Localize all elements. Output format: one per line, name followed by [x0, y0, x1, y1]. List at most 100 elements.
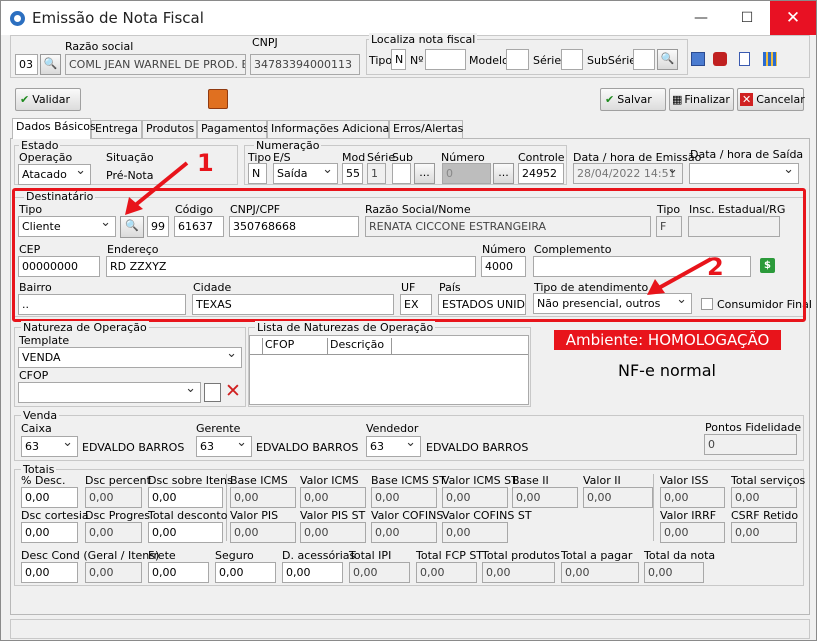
- emissao-datetime[interactable]: 28/04/2022 14:51: [573, 163, 683, 184]
- totais-row2-field-3[interactable]: 0,00: [230, 522, 296, 543]
- localiza-modelo-field[interactable]: [506, 49, 529, 70]
- maximize-button[interactable]: ☐: [724, 1, 770, 35]
- truck-icon[interactable]: [208, 89, 228, 109]
- totais-row1-label-7: Base II: [512, 474, 549, 487]
- num-numero-field[interactable]: 0: [442, 163, 491, 184]
- new-document-icon[interactable]: [204, 383, 221, 402]
- totais-row3-field-6[interactable]: 0,00: [416, 562, 477, 583]
- totais-row3-field-4[interactable]: 0,00: [282, 562, 343, 583]
- dest-tipo2-field[interactable]: F: [656, 216, 682, 237]
- num-sub-field[interactable]: [392, 163, 411, 184]
- cnpj-field[interactable]: 34783394000113: [250, 54, 360, 75]
- totais-row3-field-2[interactable]: 0,00: [148, 562, 209, 583]
- dest-endereco-field[interactable]: RD ZZXYZ: [106, 256, 476, 277]
- totais-row1-field-10[interactable]: 0,00: [731, 487, 797, 508]
- totais-row2-field-6[interactable]: 0,00: [442, 522, 508, 543]
- tab-dados-basicos[interactable]: Dados Básicos: [12, 118, 96, 139]
- totais-row1-field-7[interactable]: 0,00: [512, 487, 578, 508]
- company-code-field[interactable]: 03: [15, 54, 38, 75]
- delete-icon[interactable]: ✕: [225, 381, 241, 401]
- template-select[interactable]: VENDA: [18, 347, 242, 368]
- num-numero-browse-button[interactable]: ...: [493, 163, 514, 184]
- totais-row3-field-8[interactable]: 0,00: [561, 562, 639, 583]
- totais-row1-field-4[interactable]: 0,00: [300, 487, 366, 508]
- totais-row1-field-9[interactable]: 0,00: [660, 487, 725, 508]
- totais-row1-label-0: % Desc.: [21, 474, 66, 487]
- dest-cidade-field[interactable]: TEXAS: [192, 294, 394, 315]
- tab-erros-alertas[interactable]: Erros/Alertas: [389, 120, 463, 138]
- num-es-select[interactable]: Saída: [273, 163, 338, 184]
- totais-row1-field-2[interactable]: 0,00: [148, 487, 223, 508]
- totais-row1-field-1[interactable]: 0,00: [85, 487, 142, 508]
- dest-ie-field[interactable]: [688, 216, 780, 237]
- tab-pagamentos[interactable]: Pagamentos: [197, 120, 269, 138]
- totais-row1-field-5[interactable]: 0,00: [371, 487, 437, 508]
- totais-row2-field-7[interactable]: 0,00: [660, 522, 725, 543]
- totais-row3-field-7[interactable]: 0,00: [482, 562, 555, 583]
- totais-row3-field-3[interactable]: 0,00: [215, 562, 276, 583]
- totais-row3-field-0[interactable]: 0,00: [21, 562, 78, 583]
- dollar-icon[interactable]: $: [760, 258, 775, 273]
- totais-row2-field-2[interactable]: 0,00: [148, 522, 223, 543]
- dest-cnpj-field[interactable]: 350768668: [229, 216, 359, 237]
- printer-icon[interactable]: [713, 52, 727, 66]
- num-sub-browse-button[interactable]: ...: [414, 163, 435, 184]
- tab-produtos[interactable]: Produtos: [142, 120, 197, 138]
- num-mod-field[interactable]: 55: [342, 163, 363, 184]
- dest-bairro-field[interactable]: ..: [18, 294, 186, 315]
- company-search-button[interactable]: 🔍: [40, 54, 61, 75]
- tab-entrega[interactable]: Entrega: [91, 120, 142, 138]
- localiza-serie-field[interactable]: [561, 49, 583, 70]
- cfop-select[interactable]: [18, 382, 201, 403]
- vendedor-select[interactable]: 63: [366, 436, 421, 457]
- operacao-select[interactable]: Atacado: [18, 164, 91, 185]
- razao-field[interactable]: COML JEAN WARNEL DE PROD. ESP.: [65, 54, 246, 75]
- salvar-button[interactable]: ✔ Salvar: [600, 88, 666, 111]
- gerente-select[interactable]: 63: [196, 436, 252, 457]
- caixa-select[interactable]: 63: [21, 436, 78, 457]
- localiza-subserie-field[interactable]: [633, 49, 655, 70]
- totais-row1-label-5: Base ICMS ST: [371, 474, 446, 487]
- totais-row2-field-8[interactable]: 0,00: [731, 522, 797, 543]
- localiza-tipo-field[interactable]: N: [391, 49, 406, 70]
- totais-row1-field-8[interactable]: 0,00: [583, 487, 653, 508]
- pontos-field[interactable]: 0: [704, 434, 797, 455]
- finalizar-button[interactable]: ▦ Finalizar: [669, 88, 734, 111]
- document-icon[interactable]: [739, 52, 750, 66]
- num-controle-field[interactable]: 24952: [518, 163, 564, 184]
- dest-tipo-select[interactable]: Cliente: [18, 216, 116, 237]
- totais-row3-field-9[interactable]: 0,00: [644, 562, 704, 583]
- totais-row1-field-3[interactable]: 0,00: [230, 487, 296, 508]
- minimize-button[interactable]: —: [678, 1, 724, 35]
- col-descricao[interactable]: Descrição: [328, 338, 392, 354]
- dest-numero-field[interactable]: 4000: [481, 256, 526, 277]
- cancelar-button[interactable]: ✕ Cancelar: [737, 88, 805, 111]
- totais-row1-field-0[interactable]: 0,00: [21, 487, 78, 508]
- num-tipo-field[interactable]: N: [248, 163, 267, 184]
- col-cfop[interactable]: CFOP: [262, 338, 328, 354]
- dest-razao-field[interactable]: RENATA CICCONE ESTRANGEIRA: [365, 216, 651, 237]
- saida-datetime[interactable]: [689, 163, 799, 184]
- localiza-numero-field[interactable]: [425, 49, 466, 70]
- localiza-numero-label: Nº: [410, 54, 424, 67]
- lista-table[interactable]: CFOP Descrição: [249, 335, 529, 405]
- dest-pais-field[interactable]: ESTADOS UNIDOS: [438, 294, 526, 315]
- totais-row3-label-0: Desc Cond (Geral / Itens): [21, 549, 160, 562]
- grid-icon[interactable]: [763, 52, 777, 66]
- localiza-search-button[interactable]: 🔍: [657, 49, 678, 70]
- totais-row2-field-1[interactable]: 0,00: [85, 522, 142, 543]
- dest-uf-field[interactable]: EX: [400, 294, 432, 315]
- dest-cep-field[interactable]: 00000000: [18, 256, 100, 277]
- totais-row2-field-5[interactable]: 0,00: [371, 522, 437, 543]
- totais-row3-field-1[interactable]: 0,00: [85, 562, 142, 583]
- totais-row1-field-6[interactable]: 0,00: [442, 487, 508, 508]
- close-button[interactable]: ✕: [770, 1, 816, 35]
- validar-button[interactable]: ✔ Validar: [15, 88, 81, 111]
- title-bar: Emissão de Nota Fiscal — ☐ ✕: [1, 1, 816, 35]
- tab-informacoes-adicionais[interactable]: Informações Adicionais: [267, 120, 398, 138]
- totais-row2-field-0[interactable]: 0,00: [21, 522, 78, 543]
- totais-row3-field-5[interactable]: 0,00: [349, 562, 410, 583]
- num-serie-field[interactable]: 1: [367, 163, 386, 184]
- print-list-icon[interactable]: [691, 52, 705, 66]
- totais-row2-field-4[interactable]: 0,00: [300, 522, 366, 543]
